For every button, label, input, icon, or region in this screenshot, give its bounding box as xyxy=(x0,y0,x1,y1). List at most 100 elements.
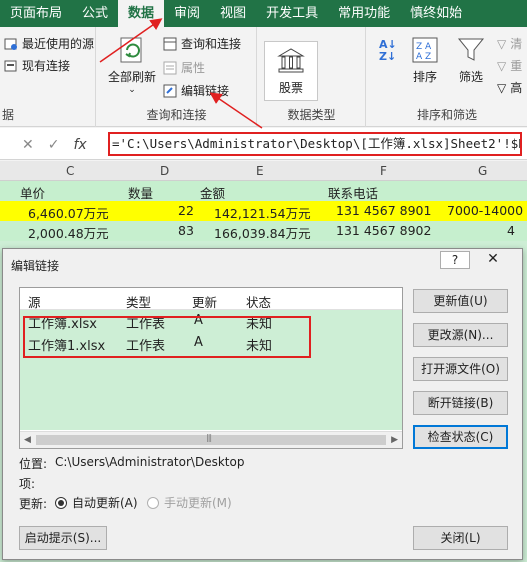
stocks-button[interactable]: 股票 xyxy=(264,41,318,101)
svg-text:A Z: A Z xyxy=(416,52,431,62)
refresh-all-label: 全部刷新 xyxy=(107,70,156,84)
edit-links-button[interactable]: 编辑链接 xyxy=(163,82,229,99)
advanced-filter-icon: ▽ xyxy=(497,80,507,95)
formula-bar: ✕ ✓ fx ='C:\Users\Administrator\Desktop\… xyxy=(0,128,527,160)
advanced-label: 高 xyxy=(510,81,523,95)
group-queries-connections: 全部刷新 ⌄ 查询和连接 属性 编辑链接 查询和连接 xyxy=(97,27,257,127)
cell[interactable]: 83 xyxy=(178,223,194,238)
formula-input[interactable]: ='C:\Users\Administrator\Desktop\[工作簿.xl… xyxy=(108,132,522,156)
ribbon-tab-bar: 页面布局 公式 数据 审阅 视图 开发工具 常用功能 慎终如始 xyxy=(0,0,527,27)
column-status[interactable]: 状态 xyxy=(246,292,271,311)
cell[interactable]: 22 xyxy=(178,203,194,218)
scroll-right-icon[interactable]: ▶ xyxy=(391,435,398,445)
existing-connections-icon xyxy=(4,60,17,71)
tab-developer[interactable]: 开发工具 xyxy=(256,0,328,27)
check-status-button[interactable]: 检查状态(C) xyxy=(413,425,508,449)
cell[interactable]: 联系电话 xyxy=(328,183,378,202)
open-source-button[interactable]: 打开源文件(O) xyxy=(413,357,508,381)
close-button[interactable]: 关闭(L) xyxy=(413,526,508,550)
change-source-button[interactable]: 更改源(N)... xyxy=(413,323,508,347)
cell[interactable]: 142,121.54万元 xyxy=(214,203,311,222)
tab-view[interactable]: 视图 xyxy=(210,0,256,27)
name-box[interactable] xyxy=(0,133,20,155)
cell[interactable]: 7000-14000 xyxy=(447,203,523,218)
scroll-grip-icon: ||| xyxy=(206,433,212,442)
tab-data[interactable]: 数据 xyxy=(118,0,165,27)
properties-button[interactable]: 属性 xyxy=(163,59,205,76)
tab-page-layout[interactable]: 页面布局 xyxy=(0,0,72,27)
help-button[interactable]: ? xyxy=(440,251,470,269)
get-data-group-label: 据 xyxy=(2,108,15,122)
filter-label: 筛选 xyxy=(458,70,483,84)
update-label: 更新: xyxy=(19,497,48,511)
tab-common-functions[interactable]: 常用功能 xyxy=(328,0,400,27)
manual-update-label: 手动更新(M) xyxy=(164,496,232,510)
startup-prompt-button[interactable]: 启动提示(S)... xyxy=(19,526,107,550)
enter-icon[interactable]: ✓ xyxy=(48,137,60,153)
cancel-icon[interactable]: ✕ xyxy=(22,137,34,153)
column-header-f[interactable]: F xyxy=(380,164,387,178)
list-empty-area xyxy=(20,354,402,430)
list-item[interactable]: 工作簿1.xlsx 工作表 A 未知 xyxy=(20,332,402,354)
list-item[interactable]: 工作簿.xlsx 工作表 A 未知 xyxy=(20,310,402,332)
link-source: 工作簿1.xlsx xyxy=(28,339,106,354)
cell[interactable]: 166,039.84万元 xyxy=(214,223,311,242)
column-header-g[interactable]: G xyxy=(478,164,487,178)
insert-function-icon[interactable]: fx xyxy=(73,137,86,153)
cell[interactable]: 4 xyxy=(507,223,515,238)
scroll-left-icon[interactable]: ◀ xyxy=(24,435,31,445)
cell[interactable]: 金额 xyxy=(200,183,225,202)
dialog-title: 编辑链接 xyxy=(11,259,60,273)
edit-links-label: 编辑链接 xyxy=(181,84,230,98)
manual-update-radio[interactable]: 手动更新(M) xyxy=(147,494,232,511)
cell[interactable]: 单价 xyxy=(20,183,45,202)
refresh-all-button[interactable]: 全部刷新 ⌄ xyxy=(103,35,161,95)
table-row: 单价 数量 金额 联系电话 xyxy=(0,181,527,201)
clear-button[interactable]: ▽ 清 xyxy=(497,35,522,52)
ribbon: 最近使用的源 现有连接 据 全部刷新 ⌄ 查询和连接 属性 编辑链接 查询和连接 xyxy=(0,27,527,127)
sort-icon: Z AA Z xyxy=(412,37,438,63)
data-types-group-label: 数据类型 xyxy=(287,108,336,122)
horizontal-scrollbar[interactable]: ◀ ||| ▶ xyxy=(20,431,402,448)
group-data-types: 股票 数据类型 xyxy=(258,27,366,127)
cell[interactable]: 131 4567 8902 xyxy=(336,223,431,238)
sort-ascending-button[interactable]: A↓ Z↓ xyxy=(379,39,397,63)
link-type: 工作表 xyxy=(126,317,166,332)
column-header-e[interactable]: E xyxy=(256,164,264,178)
cell[interactable]: 131 4567 8901 xyxy=(336,203,431,218)
cell[interactable]: 2,000.48万元 xyxy=(28,223,109,242)
location-value: C:\Users\Administrator\Desktop xyxy=(55,455,245,469)
column-source[interactable]: 源 xyxy=(28,292,41,311)
recent-sources-button[interactable]: 最近使用的源 xyxy=(4,35,94,52)
cell[interactable]: 6,460.07万元 xyxy=(28,203,109,222)
sort-button[interactable]: Z AA Z 排序 xyxy=(405,35,445,85)
edit-links-icon xyxy=(163,84,177,97)
radio-selected-icon xyxy=(55,496,67,509)
column-header-c[interactable]: C xyxy=(66,164,74,178)
auto-update-radio[interactable]: 自动更新(A) xyxy=(55,494,138,511)
break-link-button[interactable]: 断开链接(B) xyxy=(413,391,508,415)
column-type[interactable]: 类型 xyxy=(126,292,151,311)
edit-links-dialog: 编辑链接 ? ✕ 源 类型 更新 状态 工作簿.xlsx 工作表 A 未知 工作… xyxy=(2,248,523,560)
recent-sources-icon xyxy=(4,38,17,50)
cell[interactable]: 数量 xyxy=(128,183,153,202)
tab-review[interactable]: 审阅 xyxy=(164,0,210,27)
links-list[interactable]: 源 类型 更新 状态 工作簿.xlsx 工作表 A 未知 工作簿1.xlsx 工… xyxy=(19,287,403,449)
link-status: 未知 xyxy=(246,317,273,332)
link-type: 工作表 xyxy=(126,339,166,354)
reapply-button[interactable]: ▽ 重 xyxy=(497,57,522,74)
column-update[interactable]: 更新 xyxy=(192,292,217,311)
tab-formulas[interactable]: 公式 xyxy=(72,0,118,27)
update-values-button[interactable]: 更新值(U) xyxy=(413,289,508,313)
filter-button[interactable]: 筛选 xyxy=(451,35,491,85)
close-icon[interactable]: ✕ xyxy=(478,251,508,269)
column-header-d[interactable]: D xyxy=(160,164,169,178)
item-label: 项: xyxy=(19,477,36,491)
queries-connections-button[interactable]: 查询和连接 xyxy=(163,35,241,52)
advanced-button[interactable]: ▽ 高 xyxy=(497,79,522,96)
table-row: 6,460.07万元 22 142,121.54万元 131 4567 8901… xyxy=(0,201,527,221)
tab-custom[interactable]: 慎终如始 xyxy=(400,0,472,27)
funnel-icon xyxy=(457,38,485,61)
existing-connections-button[interactable]: 现有连接 xyxy=(4,57,70,74)
clear-label: 清 xyxy=(510,37,523,51)
